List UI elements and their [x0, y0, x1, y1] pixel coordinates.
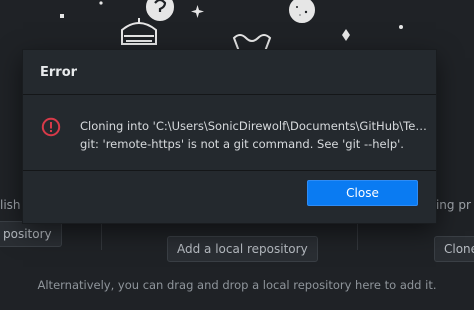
publish-panel-label: lish [0, 198, 21, 212]
error-circle-icon [41, 117, 61, 137]
error-message-line: git: 'remote-https' is not a git command… [80, 137, 404, 151]
dialog-footer: Close [23, 171, 436, 224]
publish-repository-button[interactable]: pository [0, 221, 62, 247]
dot-decoration [399, 25, 403, 29]
dialog-header: Error [23, 50, 436, 95]
question-bubble-icon [146, 0, 174, 21]
dot-decoration [99, 1, 103, 5]
clone-repository-button[interactable]: Clone [434, 236, 474, 262]
sparkle-icon [342, 29, 350, 41]
drag-drop-hint: Alternatively, you can drag and drop a l… [37, 278, 437, 292]
error-dialog: Error Cloning into 'C:\Users\SonicDirewo… [23, 50, 436, 223]
robot-head-icon [121, 18, 157, 45]
close-button[interactable]: Close [307, 180, 418, 206]
github-desktop-window: lish pository Add a local repository sti… [0, 0, 474, 310]
add-local-repository-button[interactable]: Add a local repository [167, 236, 318, 262]
dialog-title: Error [40, 64, 78, 80]
star-decoration [191, 5, 204, 18]
dialog-body: Cloning into 'C:\Users\SonicDirewolf\Doc… [23, 95, 436, 171]
error-message: Cloning into 'C:\Users\SonicDirewolf\Doc… [80, 117, 430, 153]
planet-icon [289, 0, 315, 23]
dot-decoration [60, 14, 64, 18]
error-message-line: Cloning into 'C:\Users\SonicDirewolf\Doc… [80, 119, 430, 133]
